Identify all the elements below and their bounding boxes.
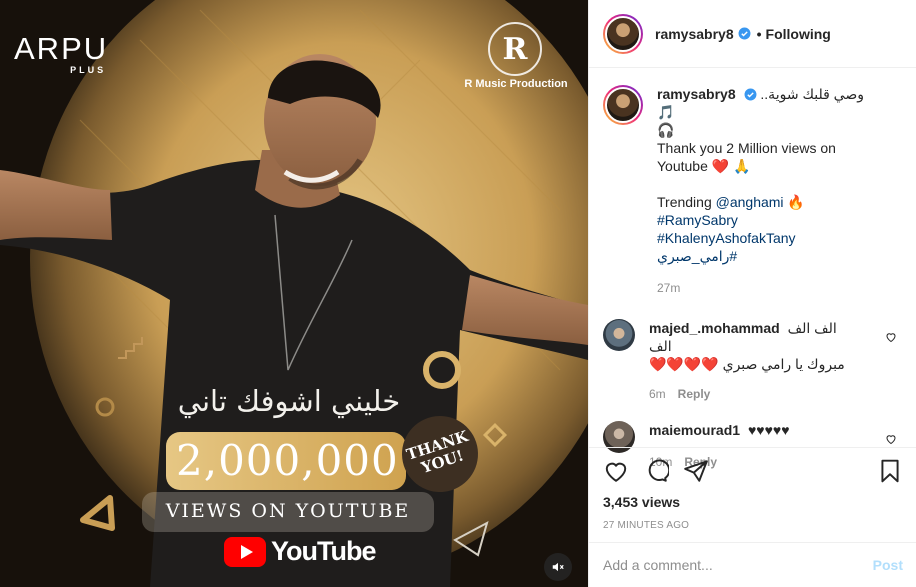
like-comment-heart-icon[interactable]: [885, 331, 897, 343]
song-title: خليني اشوفك تاني: [177, 384, 401, 418]
caption: ramysabry8 وصي قلبك شوية.. 🎵 🎧 Thank you…: [603, 85, 903, 297]
post-comment-button[interactable]: Post: [873, 557, 903, 573]
caption-line-5: Trending @anghami 🔥: [657, 193, 885, 211]
views-count: 2,000,000: [176, 436, 399, 485]
share-paper-plane-icon[interactable]: [683, 458, 709, 484]
comment-username[interactable]: majed_.mohammad: [649, 320, 780, 336]
caption-trending-suffix: 🔥: [783, 194, 805, 210]
youtube-wordmark: YouTube: [271, 536, 376, 566]
hashtag-link[interactable]: #RamySabry: [657, 211, 885, 229]
thank-you-text: THANK YOU!: [404, 427, 471, 477]
caption-line-3: Thank you 2 Million views on: [657, 140, 836, 156]
verified-badge-icon: [744, 88, 756, 101]
verified-badge-icon: [738, 27, 751, 40]
speaker-muted-icon: [552, 562, 564, 572]
like-heart-icon[interactable]: [603, 458, 629, 484]
header-avatar[interactable]: [603, 13, 643, 54]
post-header: ramysabry8 • Following: [589, 0, 916, 68]
header-username[interactable]: ramysabry8: [655, 26, 734, 42]
hashtag-link[interactable]: #رامي_صبري: [657, 247, 885, 265]
like-comment-heart-icon[interactable]: [885, 433, 897, 445]
comment-line-2: مبروك يا رامي صبري ❤️❤️❤️❤️: [649, 356, 845, 372]
caption-time: 27m: [657, 279, 885, 297]
comments-list: ramysabry8 وصي قلبك شوية.. 🎵 🎧 Thank you…: [589, 69, 916, 469]
comment-time[interactable]: 6m: [649, 387, 666, 401]
add-comment-form: Post: [589, 542, 916, 587]
views-count-text[interactable]: 3,453 views: [603, 494, 903, 510]
comment-item: majed_.mohammad الف الف الف مبروك يا رام…: [603, 319, 903, 403]
arpu-logo-sub: PLUS: [70, 65, 107, 75]
action-bar: 3,453 views 27 MINUTES AGO: [589, 447, 916, 531]
comment-input[interactable]: [603, 557, 873, 573]
posted-time[interactable]: 27 MINUTES AGO: [603, 520, 903, 531]
mention-link[interactable]: @anghami: [716, 194, 784, 210]
comment-text: majed_.mohammad الف الف الف مبروك يا رام…: [649, 319, 863, 403]
hashtag-link[interactable]: #KhalenyAshofakTany: [657, 229, 885, 247]
comment-bubble-icon[interactable]: [643, 458, 669, 484]
following-button[interactable]: Following: [766, 26, 831, 42]
header-separator: •: [756, 25, 762, 42]
comment-line-1: ♥♥♥♥♥: [747, 422, 790, 438]
caption-line-4: Youtube ❤️ 🙏: [657, 158, 751, 174]
caption-time-text[interactable]: 27m: [657, 281, 680, 295]
post-side-panel: ramysabry8 • Following ramysabry8 وصي قل…: [588, 0, 916, 587]
caption-username[interactable]: ramysabry8: [657, 86, 736, 102]
youtube-play-icon: [224, 536, 266, 567]
r-music-logo-letter: R: [502, 31, 528, 67]
views-label: VIEWS ON YOUTUBE: [165, 500, 411, 522]
arpu-plus-logo: ARPU PLUS: [14, 31, 109, 75]
caption-line-2: 🎧: [657, 122, 675, 138]
comment-meta: 6m Reply: [649, 385, 863, 403]
caption-trending-prefix: Trending: [657, 194, 716, 210]
mute-button[interactable]: [544, 553, 572, 581]
arpu-logo-text: ARPU: [14, 31, 109, 66]
save-bookmark-icon[interactable]: [877, 458, 903, 484]
comment-username[interactable]: maiemourad1: [649, 422, 740, 438]
r-music-label: R Music Production: [464, 78, 568, 90]
action-icons: [603, 448, 903, 494]
caption-avatar[interactable]: [603, 85, 643, 125]
r-music-logo-icon: R: [488, 22, 542, 76]
youtube-logo: YouTube: [224, 536, 376, 567]
post-media[interactable]: ARPU PLUS R R Music Production خليني اشو…: [0, 0, 588, 587]
caption-text: ramysabry8 وصي قلبك شوية.. 🎵 🎧 Thank you…: [657, 85, 885, 297]
reply-button[interactable]: Reply: [678, 387, 711, 401]
comment-avatar[interactable]: [603, 319, 635, 351]
